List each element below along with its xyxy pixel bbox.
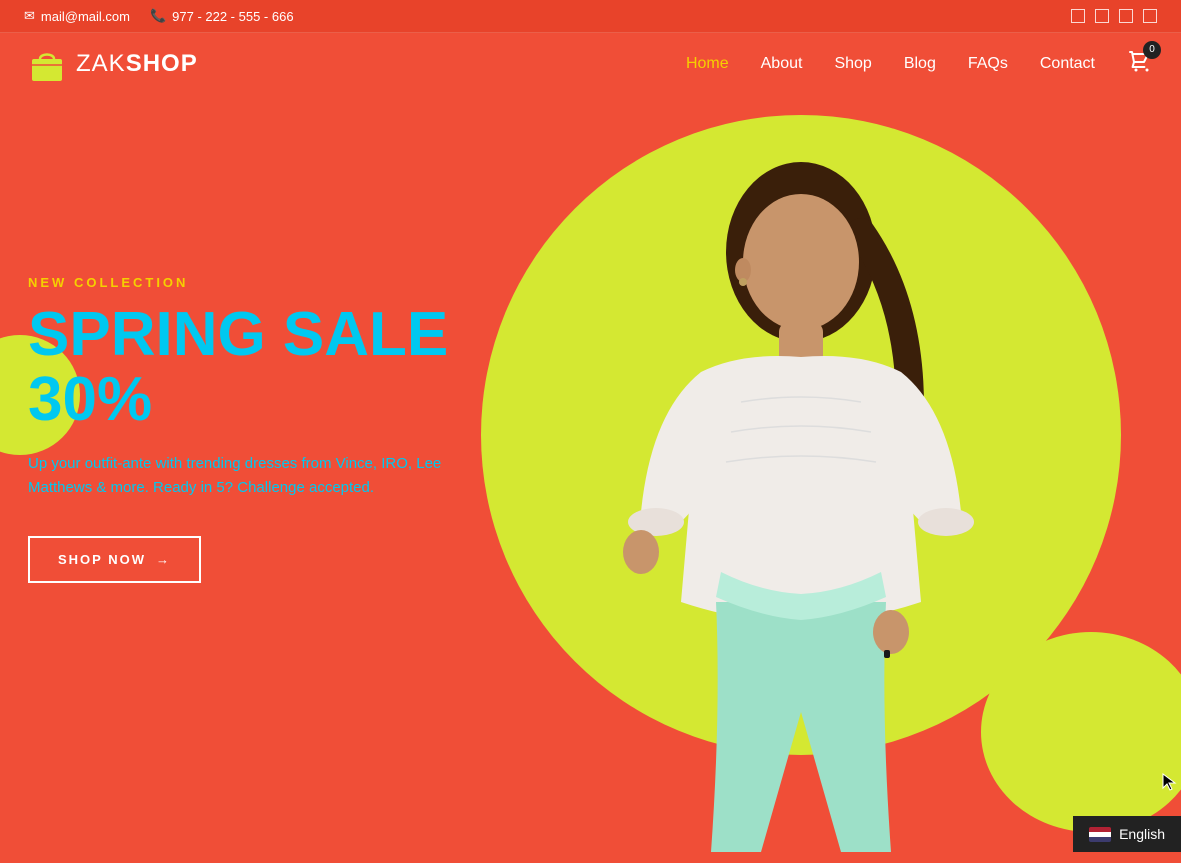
topbar: ✉ mail@mail.com 📞 977 - 222 - 555 - 666 (0, 0, 1181, 33)
nav-menu: Home About Shop Blog FAQs Contact 0 (686, 49, 1153, 80)
hero-model-image (521, 152, 1081, 852)
email-text: mail@mail.com (41, 9, 130, 24)
nav-link-blog[interactable]: Blog (904, 55, 936, 72)
envelope-icon: ✉ (24, 8, 35, 24)
nav-link-about[interactable]: About (761, 55, 803, 72)
language-name: English (1119, 826, 1165, 842)
hero-title: SPRING SALE 30% (28, 302, 588, 432)
nav-item-faqs[interactable]: FAQs (968, 55, 1008, 73)
nav-link-faqs[interactable]: FAQs (968, 55, 1008, 72)
social-icon-2[interactable] (1095, 9, 1109, 23)
phone-contact: 📞 977 - 222 - 555 - 666 (150, 8, 294, 24)
social-icon-3[interactable] (1119, 9, 1133, 23)
phone-icon: 📞 (150, 8, 166, 24)
cart-item[interactable]: 0 (1127, 49, 1153, 80)
email-contact: ✉ mail@mail.com (24, 8, 130, 24)
social-icon-1[interactable] (1071, 9, 1085, 23)
bag-icon (28, 45, 66, 83)
social-icon-4[interactable] (1143, 9, 1157, 23)
nav-link-home[interactable]: Home (686, 55, 729, 72)
topbar-social (1071, 9, 1157, 23)
hero-section: NEW COLLECTION SPRING SALE 30% Up your o… (0, 95, 1181, 852)
model-svg (561, 152, 1041, 852)
logo-text: ZAKSHOP (76, 50, 198, 78)
flag-icon (1089, 827, 1111, 842)
nav-item-blog[interactable]: Blog (904, 55, 936, 73)
arrow-icon: → (156, 552, 171, 567)
hero-label: NEW COLLECTION (28, 275, 588, 290)
navbar: ZAKSHOP Home About Shop Blog FAQs Contac… (0, 33, 1181, 95)
topbar-contact: ✉ mail@mail.com 📞 977 - 222 - 555 - 666 (24, 8, 294, 24)
nav-link-shop[interactable]: Shop (834, 55, 871, 72)
shop-now-label: SHOP NOW (58, 552, 146, 567)
logo-link[interactable]: ZAKSHOP (28, 45, 198, 83)
shop-now-button[interactable]: SHOP NOW → (28, 536, 201, 583)
nav-item-home[interactable]: Home (686, 55, 729, 73)
nav-item-contact[interactable]: Contact (1040, 55, 1095, 73)
cart-count: 0 (1143, 41, 1161, 59)
language-switcher[interactable]: English (1073, 816, 1181, 852)
nav-link-contact[interactable]: Contact (1040, 55, 1095, 72)
phone-text: 977 - 222 - 555 - 666 (172, 9, 293, 24)
hero-description: Up your outfit-ante with trending dresse… (28, 452, 508, 500)
nav-item-shop[interactable]: Shop (834, 55, 871, 73)
cart-button[interactable]: 0 (1127, 49, 1153, 80)
hero-content: NEW COLLECTION SPRING SALE 30% Up your o… (28, 275, 588, 583)
nav-item-about[interactable]: About (761, 55, 803, 73)
